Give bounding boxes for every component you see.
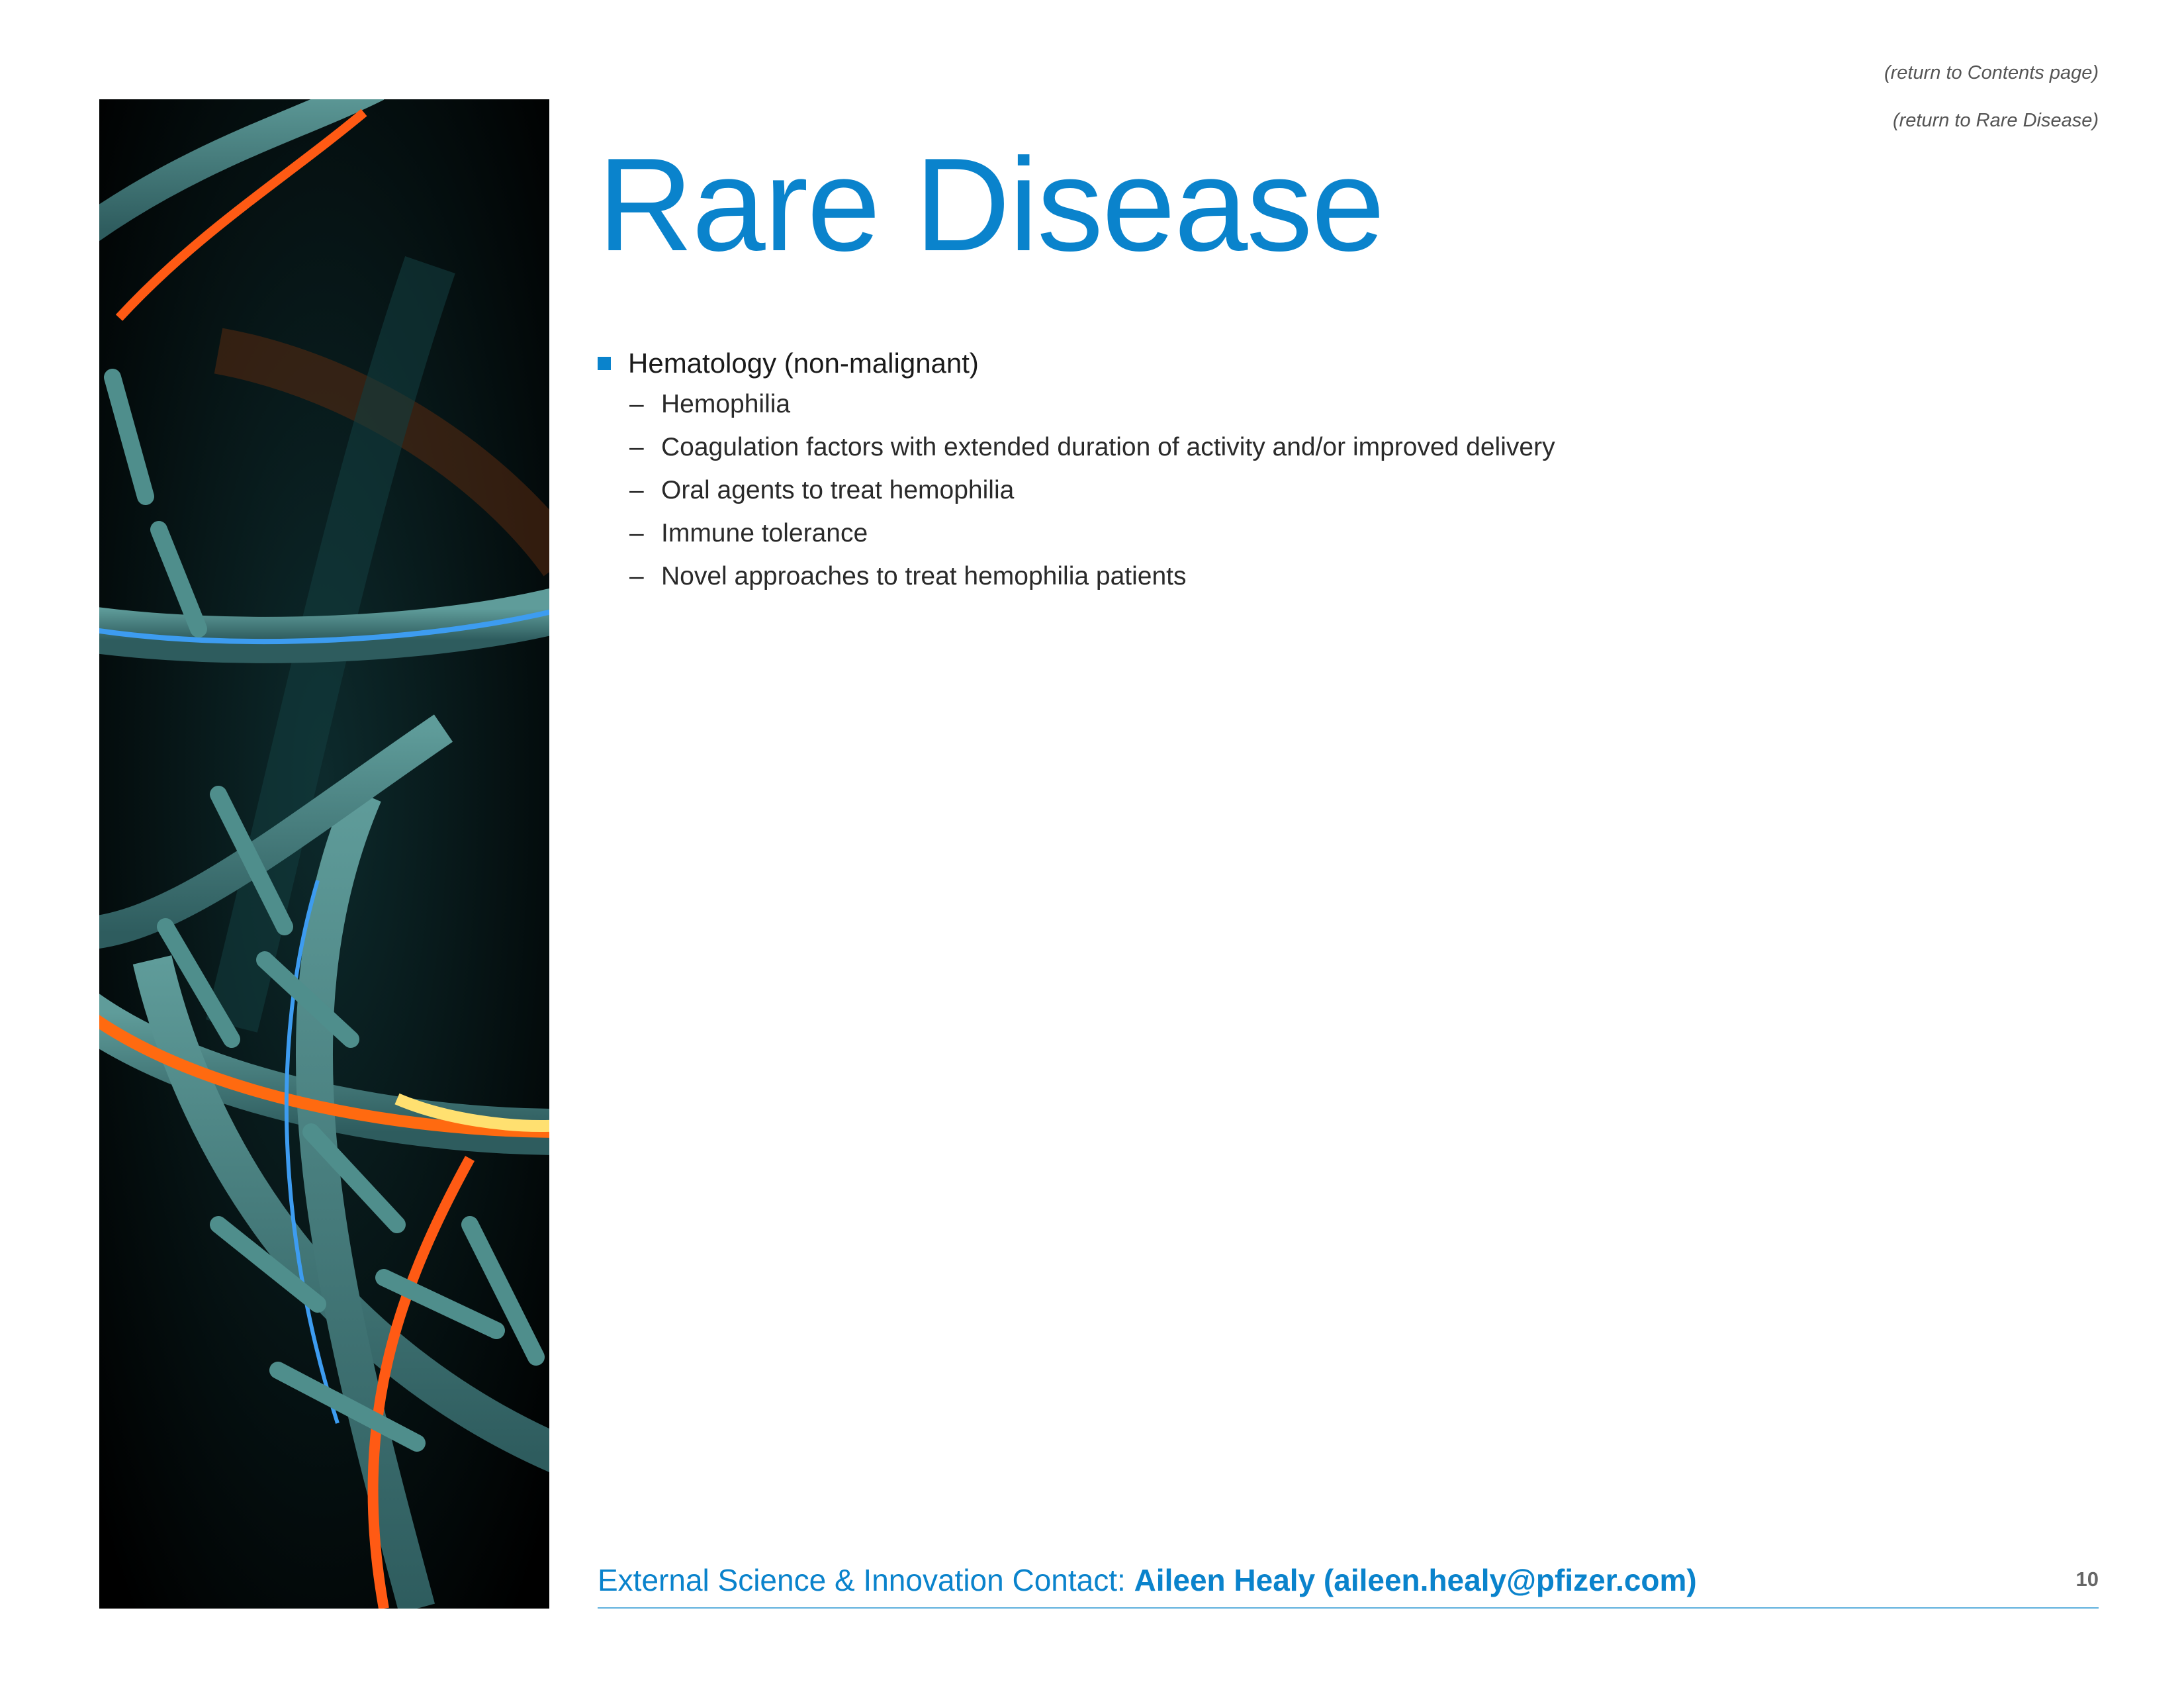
return-to-contents-link[interactable]: (return to Contents page) xyxy=(1884,62,2099,84)
subtopic-item: – Oral agents to treat hemophilia xyxy=(629,469,2054,512)
subtopic-list: – Hemophilia – Coagulation factors with … xyxy=(598,383,2054,598)
dash-bullet: – xyxy=(629,518,644,547)
subtopic-label: Hemophilia xyxy=(661,389,791,418)
subtopic-item: – Coagulation factors with extended dura… xyxy=(629,426,2054,469)
dash-bullet: – xyxy=(629,432,644,461)
dna-helix-image xyxy=(99,99,549,1609)
topic-label: Hematology (non-malignant) xyxy=(628,348,979,379)
dash-bullet: – xyxy=(629,561,644,590)
topic-list: Hematology (non-malignant) – Hemophilia … xyxy=(598,344,2054,598)
subtopic-label: Immune tolerance xyxy=(661,518,868,547)
contact-email-link[interactable]: Aileen Healy (aileen.healy@pfizer.com) xyxy=(1134,1563,1697,1597)
footer-contact: External Science & Innovation Contact: A… xyxy=(598,1562,1697,1598)
square-bullet-icon xyxy=(598,357,611,370)
subtopic-item: – Novel approaches to treat hemophilia p… xyxy=(629,555,2054,598)
dash-bullet: – xyxy=(629,475,644,504)
contact-prefix: External Science & Innovation Contact: xyxy=(598,1563,1134,1597)
topic-item: Hematology (non-malignant) – Hemophilia … xyxy=(598,344,2054,598)
subtopic-label: Oral agents to treat hemophilia xyxy=(661,475,1015,504)
subtopic-label: Coagulation factors with extended durati… xyxy=(661,432,1555,461)
page-number: 10 xyxy=(2075,1568,2099,1591)
page-title: Rare Disease xyxy=(598,131,1385,279)
document-page: (return to Contents page) (return to Rar… xyxy=(0,0,2184,1688)
footer-divider xyxy=(598,1607,2099,1609)
dash-bullet: – xyxy=(629,389,644,418)
subtopic-label: Novel approaches to treat hemophilia pat… xyxy=(661,561,1187,590)
subtopic-item: – Immune tolerance xyxy=(629,512,2054,555)
subtopic-item: – Hemophilia xyxy=(629,383,2054,426)
return-to-rare-disease-link[interactable]: (return to Rare Disease) xyxy=(1893,110,2099,132)
